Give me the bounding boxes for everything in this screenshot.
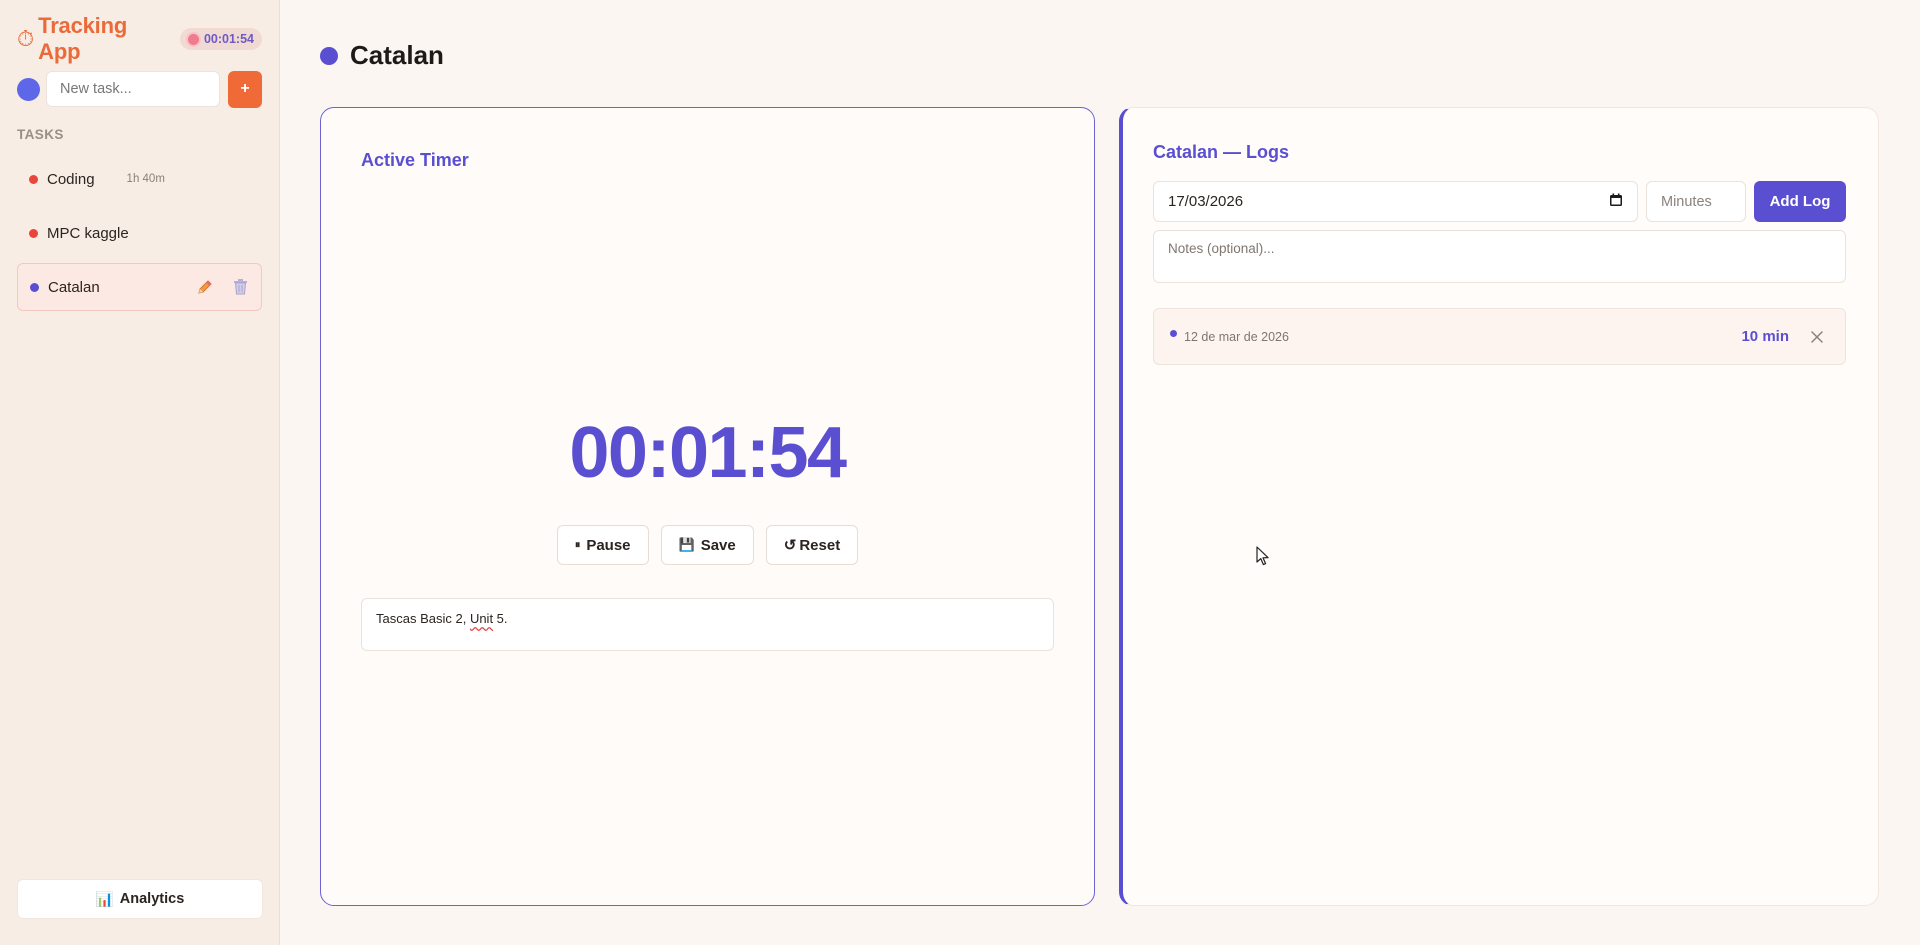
save-button[interactable]: 💾 Save [660,525,754,565]
add-log-button[interactable]: Add Log [1754,181,1846,222]
timer-controls: ⏸ Pause 💾 Save ↺ Reset [321,525,1094,565]
task-color-dot [30,282,39,292]
pause-button[interactable]: ⏸ Pause [556,525,649,565]
analytics-label: Analytics [119,891,185,907]
stopwatch-icon: ⏱ [17,26,35,51]
task-item-catalan[interactable]: Catalan [17,263,262,311]
pause-label: Pause [586,536,631,554]
log-entry: 12 de mar de 2026 10 min [1153,308,1846,365]
task-color-dot [29,228,38,238]
brand: ⏱ Tracking App 00:01:54 [17,0,262,78]
task-total-time: 1h 40m [126,173,165,185]
trash-icon[interactable] [232,278,249,296]
page-header: Catalan [320,40,444,71]
recording-dot-icon [187,33,199,45]
floppy-disk-icon: 💾 [678,537,695,552]
mouse-cursor-icon [1256,546,1270,571]
log-date-value: 17/03/2026 [1168,193,1244,210]
log-minutes-input[interactable]: Minutes [1646,181,1746,222]
reset-icon: ↺ [783,537,797,554]
task-item-coding[interactable]: Coding 1h 40m [17,155,262,203]
add-task-button[interactable]: + [228,70,262,108]
task-list: Coding 1h 40m MPC kaggle Catalan [17,155,262,311]
task-name: MPC kaggle [47,224,129,242]
task-name: Catalan [48,278,100,296]
running-timer-time: 00:01:54 [203,32,254,46]
spellcheck-word: Unit [469,611,494,626]
new-task-row: + [17,69,262,109]
task-name: Coding [47,170,95,188]
bar-chart-icon: 📊 [95,891,114,908]
logs-heading: Catalan — Logs [1153,142,1290,162]
reset-label: Reset [799,536,841,554]
reset-button[interactable]: ↺ Reset [765,525,859,565]
new-task-input[interactable] [46,71,220,107]
task-color-picker[interactable] [17,77,40,101]
log-color-dot [1170,330,1177,337]
log-notes-input[interactable]: Notes (optional)... [1153,230,1846,283]
sidebar: ⏱ Tracking App 00:01:54 + TASKS Coding 1… [0,0,280,945]
session-note-field[interactable]: Tascas Basic 2, Unit 5. [361,598,1054,651]
add-log-row: 17/03/2026 Minutes Add Log [1153,181,1846,222]
notes-placeholder: Notes (optional)... [1168,241,1275,256]
timer-display: 00:01:54 [569,413,847,493]
analytics-button[interactable]: 📊 Analytics [17,879,263,919]
page-title: Catalan [350,40,444,70]
task-item-mpc-kaggle[interactable]: MPC kaggle [17,209,262,257]
task-color-dot [320,46,338,65]
add-log-form: 17/03/2026 Minutes Add Log Notes (option… [1153,181,1846,283]
active-timer-card: Active Timer 00:01:54 ⏸ Pause 💾 Save ↺ R… [320,107,1095,906]
app-root: ⏱ Tracking App 00:01:54 + TASKS Coding 1… [0,0,1920,945]
minutes-placeholder: Minutes [1661,193,1712,210]
save-label: Save [700,536,736,554]
main-content: Catalan Active Timer 00:01:54 ⏸ Pause 💾 … [280,0,1920,945]
task-color-dot [29,174,38,184]
app-title: Tracking App [38,13,128,64]
pause-icon: ⏸ [574,538,581,551]
timer-heading: Active Timer [361,150,469,170]
logs-card: Catalan — Logs 17/03/2026 Minutes Add Lo… [1119,107,1879,906]
pencil-icon[interactable] [196,278,214,296]
note-text: Tascas Basic 2, [376,611,470,626]
log-entry-minutes: 10 min [1741,328,1789,345]
running-timer-badge[interactable]: 00:01:54 [179,28,262,50]
note-text-end: 5. [493,611,508,626]
log-date-input[interactable]: 17/03/2026 [1153,181,1638,222]
task-actions [196,278,249,296]
calendar-icon[interactable] [1609,193,1623,211]
log-entry-date: 12 de mar de 2026 [1184,329,1289,344]
close-icon[interactable] [1811,330,1823,343]
tasks-section-label: TASKS [17,127,64,142]
